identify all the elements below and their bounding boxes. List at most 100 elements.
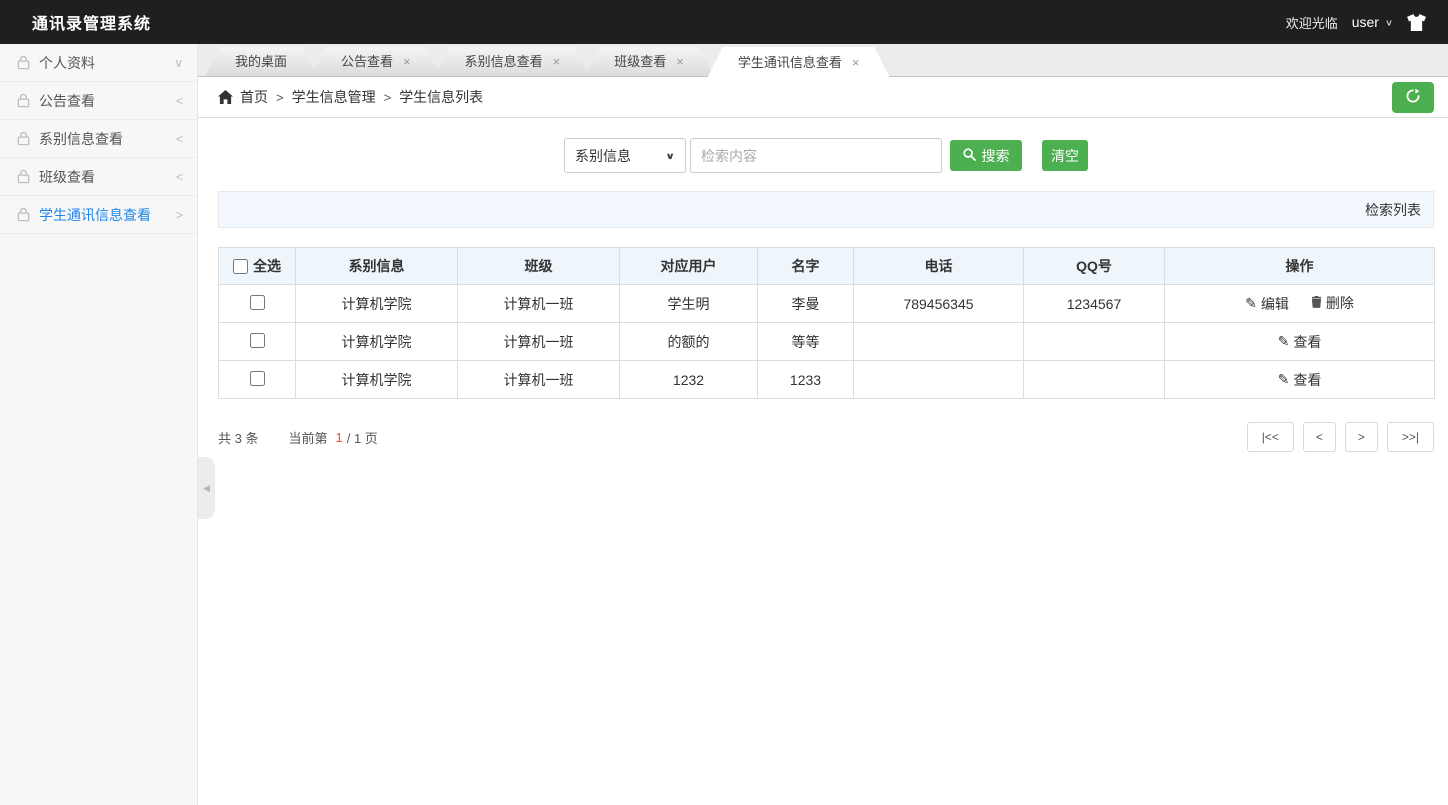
breadcrumb: 首页 > 学生信息管理 > 学生信息列表 <box>198 77 1448 118</box>
trash-icon <box>1311 295 1322 311</box>
app-title: 通讯录管理系统 <box>32 10 151 34</box>
chevron-icon: > <box>176 208 183 222</box>
tab-student-contacts[interactable]: 学生通讯信息查看 × <box>708 47 890 77</box>
col-header-user: 对应用户 <box>620 248 758 285</box>
cell-dept: 计算机学院 <box>296 285 458 323</box>
home-icon <box>218 90 233 104</box>
sidebar-item-label: 系别信息查看 <box>39 129 176 149</box>
theme-tshirt-icon[interactable] <box>1407 14 1426 31</box>
tab-label: 我的桌面 <box>235 47 287 76</box>
col-header-dept: 系别信息 <box>296 248 458 285</box>
tab-bar: 我的桌面 公告查看 × 系别信息查看 × 班级查看 × 学生通讯信息查看 × <box>198 44 1448 77</box>
tab-label: 班级查看 <box>614 47 666 76</box>
tab-label: 系别信息查看 <box>465 47 543 76</box>
row-checkbox[interactable] <box>250 295 265 310</box>
sidebar-item-classes[interactable]: 班级查看 < <box>0 158 197 196</box>
search-button[interactable]: 搜索 <box>950 140 1022 171</box>
prev-page-button[interactable]: < <box>1303 422 1336 452</box>
page-count-suffix: / 1 页 <box>347 428 378 447</box>
view-link[interactable]: ✎ 查看 <box>1278 332 1322 352</box>
sidebar-item-announcements[interactable]: 公告查看 < <box>0 82 197 120</box>
lock-icon <box>16 131 31 146</box>
chevron-down-icon: ∨ <box>1385 17 1393 27</box>
close-icon[interactable]: × <box>403 55 411 68</box>
pencil-icon: ✎ <box>1278 333 1290 350</box>
list-title-bar: 检索列表 <box>218 191 1434 228</box>
tab-label: 学生通讯信息查看 <box>738 48 842 77</box>
col-header-phone: 电话 <box>854 248 1024 285</box>
breadcrumb-separator: > <box>384 90 392 105</box>
row-checkbox[interactable] <box>250 333 265 348</box>
delete-label: 删除 <box>1326 293 1354 313</box>
col-header-qq: QQ号 <box>1024 248 1165 285</box>
close-icon[interactable]: × <box>553 55 561 68</box>
select-all-label: 全选 <box>253 256 281 276</box>
cell-class: 计算机一班 <box>458 361 620 399</box>
edit-link[interactable]: ✎ 编辑 <box>1245 294 1289 314</box>
sidebar-item-departments[interactable]: 系别信息查看 < <box>0 120 197 158</box>
next-page-button[interactable]: > <box>1345 422 1378 452</box>
app-header: 通讯录管理系统 欢迎光临 user ∨ <box>0 0 1448 44</box>
search-input[interactable] <box>690 138 942 173</box>
breadcrumb-separator: > <box>276 90 284 105</box>
table-row: 计算机学院 计算机一班 学生明 李曼 789456345 1234567 ✎ 编… <box>219 285 1435 323</box>
cell-phone: 789456345 <box>854 285 1024 323</box>
close-icon[interactable]: × <box>852 56 860 69</box>
cell-class: 计算机一班 <box>458 323 620 361</box>
cell-phone <box>854 323 1024 361</box>
close-icon[interactable]: × <box>676 55 684 68</box>
chevron-icon: < <box>176 132 183 146</box>
tab-my-desktop[interactable]: 我的桌面 <box>205 47 317 76</box>
col-header-class: 班级 <box>458 248 620 285</box>
list-title: 检索列表 <box>1365 200 1421 220</box>
cell-qq: 1234567 <box>1024 285 1165 323</box>
view-label: 查看 <box>1293 370 1321 390</box>
cell-dept: 计算机学院 <box>296 361 458 399</box>
clear-button-label: 清空 <box>1051 146 1079 166</box>
breadcrumb-home[interactable]: 首页 <box>240 87 268 107</box>
cell-name: 1233 <box>758 361 854 399</box>
sidebar-item-label: 公告查看 <box>39 91 176 111</box>
sidebar-collapse-handle[interactable]: ◀ <box>198 457 215 519</box>
select-all-checkbox[interactable] <box>233 259 248 274</box>
breadcrumb-level2[interactable]: 学生信息管理 <box>292 87 376 107</box>
refresh-button[interactable] <box>1392 82 1434 113</box>
tab-label: 公告查看 <box>341 47 393 76</box>
total-count: 共 3 条 <box>218 428 258 447</box>
cell-user: 1232 <box>620 361 758 399</box>
edit-label: 编辑 <box>1261 294 1289 314</box>
cell-name: 等等 <box>758 323 854 361</box>
view-link[interactable]: ✎ 查看 <box>1278 370 1322 390</box>
cell-user: 的额的 <box>620 323 758 361</box>
sidebar-item-profile[interactable]: 个人资料 ∨ <box>0 44 197 82</box>
clear-button[interactable]: 清空 <box>1042 140 1088 171</box>
chevron-down-icon: ∨ <box>665 150 675 161</box>
table-row: 计算机学院 计算机一班 的额的 等等 ✎ 查看 <box>219 323 1435 361</box>
first-page-button[interactable]: |<< <box>1247 422 1294 452</box>
col-header-actions: 操作 <box>1165 248 1435 285</box>
search-field-select[interactable]: 系别信息 ∨ <box>564 138 686 173</box>
lock-icon <box>16 207 31 222</box>
lock-icon <box>16 93 31 108</box>
tab-departments[interactable]: 系别信息查看 × <box>435 47 591 76</box>
pagination: 共 3 条 当前第 1 / 1 页 |<< < > >>| <box>218 422 1434 452</box>
sidebar-item-student-contacts[interactable]: 学生通讯信息查看 > <box>0 196 197 234</box>
sidebar-item-label: 班级查看 <box>39 167 176 187</box>
tab-classes[interactable]: 班级查看 × <box>584 47 714 76</box>
username: user <box>1352 14 1379 30</box>
user-dropdown[interactable]: user ∨ <box>1352 14 1393 30</box>
main-area: 我的桌面 公告查看 × 系别信息查看 × 班级查看 × 学生通讯信息查看 × 首… <box>198 44 1448 805</box>
cell-qq <box>1024 361 1165 399</box>
last-page-button[interactable]: >>| <box>1387 422 1434 452</box>
chevron-icon: < <box>176 170 183 184</box>
delete-link[interactable]: 删除 <box>1311 293 1354 313</box>
search-button-label: 搜索 <box>982 146 1010 166</box>
row-checkbox[interactable] <box>250 371 265 386</box>
collapse-left-icon: ◀ <box>203 483 210 494</box>
refresh-icon <box>1405 88 1421 107</box>
pencil-icon: ✎ <box>1245 295 1257 312</box>
cell-name: 李曼 <box>758 285 854 323</box>
table-header-row: 全选 系别信息 班级 对应用户 名字 电话 QQ号 操作 <box>219 248 1435 285</box>
lock-icon <box>16 169 31 184</box>
tab-announcements[interactable]: 公告查看 × <box>311 47 441 76</box>
